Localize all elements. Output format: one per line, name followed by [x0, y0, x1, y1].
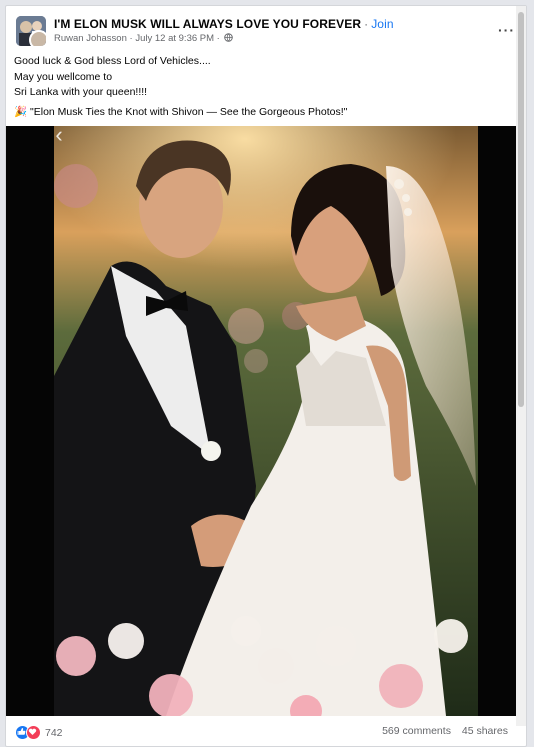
prev-arrow-icon[interactable]: ‹ — [46, 126, 72, 152]
shared-headline-text: "Elon Musk Ties the Knot with Shivon — S… — [30, 105, 348, 118]
party-popper-icon: 🎉 — [14, 105, 28, 118]
globe-icon — [224, 33, 234, 45]
post-timestamp[interactable]: July 12 at 9:36 PM — [135, 33, 214, 44]
post-photo[interactable]: ‹ — [6, 126, 516, 716]
reaction-count: 742 — [45, 726, 63, 739]
post-footer: 742 569 comments 45 shares — [6, 718, 516, 746]
meta-separator-2: · — [216, 33, 220, 44]
group-name-link[interactable]: I'M ELON MUSK WILL ALWAYS LOVE YOU FOREV… — [54, 17, 361, 31]
join-link[interactable]: Join — [371, 17, 393, 31]
scrollbar[interactable] — [516, 6, 526, 726]
author-name-link[interactable]: Ruwan Johasson — [54, 33, 127, 44]
post-header: I'M ELON MUSK WILL ALWAYS LOVE YOU FOREV… — [16, 16, 514, 52]
love-reaction-icon — [26, 725, 41, 740]
shared-headline: 🎉 "Elon Musk Ties the Knot with Shivon —… — [14, 105, 494, 121]
more-options-icon[interactable]: ··· — [498, 22, 515, 38]
group-title-line: I'M ELON MUSK WILL ALWAYS LOVE YOU FOREV… — [54, 17, 394, 31]
facebook-post-card: I'M ELON MUSK WILL ALWAYS LOVE YOU FOREV… — [5, 5, 527, 747]
group-avatar[interactable] — [16, 16, 46, 46]
post-text: Good luck & God bless Lord of Vehicles..… — [14, 54, 494, 120]
scrollbar-thumb[interactable] — [518, 12, 524, 407]
post-meta: Ruwan Johasson · July 12 at 9:36 PM · — [54, 33, 234, 45]
wedding-photo-illustration — [6, 126, 516, 716]
reaction-summary[interactable]: 742 — [15, 725, 63, 740]
shares-count-link[interactable]: 45 shares — [462, 725, 508, 737]
author-avatar[interactable] — [29, 30, 46, 46]
title-separator: · — [364, 17, 369, 31]
meta-separator: · — [129, 33, 133, 44]
post-text-line: Sri Lanka with your queen!!!! — [14, 86, 148, 98]
post-text-line: Good luck & God bless Lord of Vehicles..… — [14, 55, 211, 67]
comments-count-link[interactable]: 569 comments — [382, 725, 451, 737]
post-text-line: May you wellcome to — [14, 70, 113, 83]
engagement-stats: 569 comments 45 shares — [382, 725, 508, 737]
